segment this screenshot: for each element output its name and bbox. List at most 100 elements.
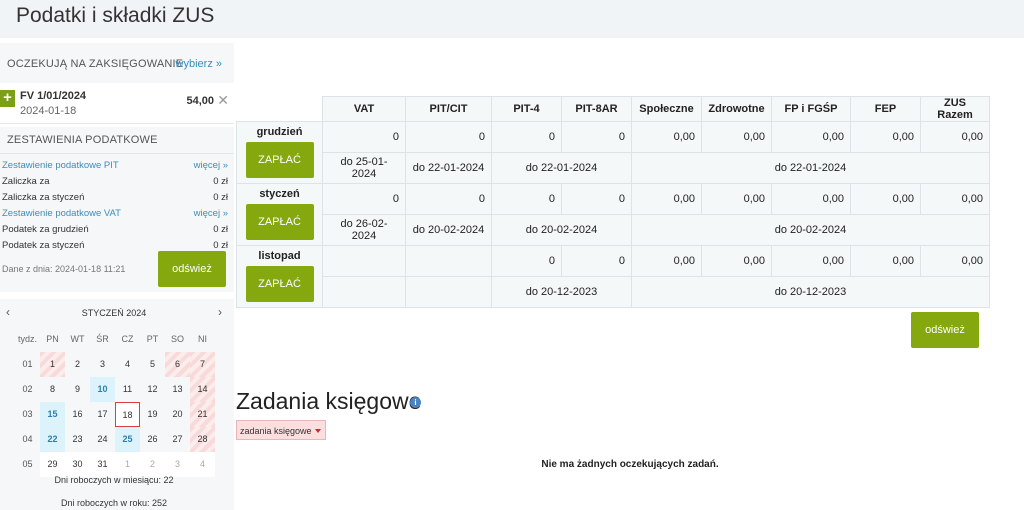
table-cell: 0,00: [701, 183, 772, 215]
pit-more-link[interactable]: więcej »: [194, 160, 228, 171]
calendar-day[interactable]: 13: [165, 377, 190, 402]
calendar-day[interactable]: 21: [190, 402, 215, 427]
due-date: do 20-02-2024: [491, 214, 632, 246]
page-header: Podatki i składki ZUS: [0, 0, 1024, 38]
calendar-day[interactable]: 20: [165, 402, 190, 427]
calendar-day[interactable]: 7: [190, 352, 215, 377]
table-cell: 0: [491, 245, 562, 277]
calendar-header: ŚR: [96, 334, 109, 344]
calendar-day[interactable]: 1: [115, 452, 140, 477]
pay-button[interactable]: ZAPŁAĆ: [245, 142, 314, 178]
calendar-day[interactable]: 23: [65, 427, 90, 452]
main-area: VAT PIT/CIT PIT-4 PIT-8AR Społeczne Zdro…: [236, 38, 1024, 510]
month-cell: listopad ZAPŁAĆ: [236, 245, 323, 308]
vat-more-link[interactable]: więcej »: [194, 208, 228, 219]
table-row: listopad ZAPŁAĆ 0 0 0,00 0,00 0,00 0,00 …: [236, 245, 990, 308]
table-cell: 0,00: [771, 245, 851, 277]
pit-summary-row: Zestawienie podatkowe PIT więcej »: [2, 160, 228, 171]
refresh-summary-button[interactable]: odśwież: [158, 251, 226, 287]
calendar-day[interactable]: 14: [190, 377, 215, 402]
summary-row-label: Podatek za styczeń: [2, 240, 85, 251]
calendar-day[interactable]: 31: [90, 452, 115, 477]
table-cell: 0: [322, 121, 406, 153]
column-header: VAT: [322, 96, 406, 122]
calendar-day[interactable]: 9: [65, 377, 90, 402]
calendar-day[interactable]: 4: [190, 452, 215, 477]
plus-icon[interactable]: +: [0, 90, 15, 107]
calendar-day[interactable]: 8: [40, 377, 65, 402]
summary-row: Podatek za styczeń 0 zł: [2, 240, 228, 251]
calendar-day[interactable]: 10: [90, 377, 115, 402]
week-number: 04: [22, 434, 33, 444]
summary-row: Zaliczka za styczeń 0 zł: [2, 192, 228, 203]
calendar-day[interactable]: 11: [115, 377, 140, 402]
divider: [0, 153, 234, 154]
calendar-day[interactable]: 12: [140, 377, 165, 402]
close-icon[interactable]: ✕: [217, 92, 229, 109]
due-date-row: do 25-01-2024 do 22-01-2024 do 22-01-202…: [237, 152, 990, 184]
calendar-day[interactable]: 30: [65, 452, 90, 477]
vat-summary-link[interactable]: Zestawienie podatkowe VAT: [2, 208, 121, 219]
calendar-day[interactable]: 6: [165, 352, 190, 377]
invoice-title[interactable]: FV 1/01/2024: [20, 90, 86, 102]
calendar-day[interactable]: 16: [65, 402, 90, 427]
table-cell: 0: [561, 245, 632, 277]
column-header: Zdrowotne: [701, 96, 772, 122]
calendar-day[interactable]: 17: [90, 402, 115, 427]
calendar-day[interactable]: 26: [140, 427, 165, 452]
table-row: grudzień ZAPŁAĆ 0 0 0 0 0,00 0,00 0,00 0…: [236, 121, 990, 184]
tasks-dropdown[interactable]: zadania księgowe: [236, 420, 326, 440]
summary-row-label: Zaliczka za: [2, 176, 50, 187]
due-date: [405, 276, 492, 308]
pit-summary-link[interactable]: Zestawienie podatkowe PIT: [2, 160, 119, 171]
calendar-day[interactable]: 4: [115, 352, 140, 377]
calendar-day[interactable]: 24: [90, 427, 115, 452]
month-cell: styczeń ZAPŁAĆ: [236, 183, 323, 246]
invoice-date: 2024-01-18: [20, 105, 77, 117]
calendar-day[interactable]: 29: [40, 452, 65, 477]
working-days-month: Dni roboczych w miesiącu: 22: [54, 475, 174, 485]
calendar-day[interactable]: 22: [40, 427, 65, 452]
refresh-table-button[interactable]: odśwież: [911, 312, 979, 348]
table-cell: 0,00: [850, 183, 921, 215]
column-header: FEP: [850, 96, 921, 122]
no-tasks-message: Nie ma żadnych oczekujących zadań.: [541, 459, 719, 470]
calendar-day-today[interactable]: 18: [115, 402, 140, 427]
table-cell: 0,00: [631, 245, 702, 277]
table-cell: [405, 245, 492, 277]
calendar-day[interactable]: 19: [140, 402, 165, 427]
calendar-day[interactable]: 28: [190, 427, 215, 452]
blank-header: [236, 96, 323, 122]
table-cell: 0,00: [920, 183, 990, 215]
calendar-day[interactable]: 1: [40, 352, 65, 377]
info-icon[interactable]: i: [410, 397, 421, 408]
calendar-day[interactable]: 3: [165, 452, 190, 477]
calendar-day[interactable]: 2: [140, 452, 165, 477]
table-row: styczeń ZAPŁAĆ 0 0 0 0 0,00 0,00 0,00 0,…: [236, 183, 990, 246]
calendar-day[interactable]: 5: [140, 352, 165, 377]
column-header: ZUS Razem: [920, 96, 990, 122]
calendar-header: SO: [170, 334, 184, 344]
due-date: do 20-02-2024: [405, 214, 492, 246]
table-cell: 0: [322, 183, 406, 215]
pay-button[interactable]: ZAPŁAĆ: [245, 266, 314, 302]
tax-summary-panel: ZESTAWIENIA PODATKOWE Zestawienie podatk…: [0, 127, 234, 292]
chevron-right-icon[interactable]: ›: [218, 305, 222, 319]
page-title: Podatki i składki ZUS: [16, 4, 215, 27]
calendar-week: 02 8 9 10 11 12 13 14: [15, 377, 215, 402]
calendar-day[interactable]: 27: [165, 427, 190, 452]
working-days-year: Dni roboczych w roku: 252: [60, 498, 168, 508]
tasks-dropdown-label: zadania księgowe: [240, 426, 312, 436]
table-cell: [322, 245, 406, 277]
pay-button[interactable]: ZAPŁAĆ: [245, 204, 314, 240]
calendar-day[interactable]: 2: [65, 352, 90, 377]
calendar-day[interactable]: 3: [90, 352, 115, 377]
column-header: Społeczne: [631, 96, 702, 122]
due-date: do 26-02-2024: [322, 214, 406, 246]
choose-link[interactable]: wybierz »: [176, 58, 222, 70]
calendar-day[interactable]: 25: [115, 427, 140, 452]
pending-item[interactable]: + FV 1/01/2024 2024-01-18 54,00 ✕: [0, 83, 234, 124]
calendar-day[interactable]: 15: [40, 402, 65, 427]
calendar-header: WT: [70, 334, 85, 344]
table-cell: 0: [561, 183, 632, 215]
